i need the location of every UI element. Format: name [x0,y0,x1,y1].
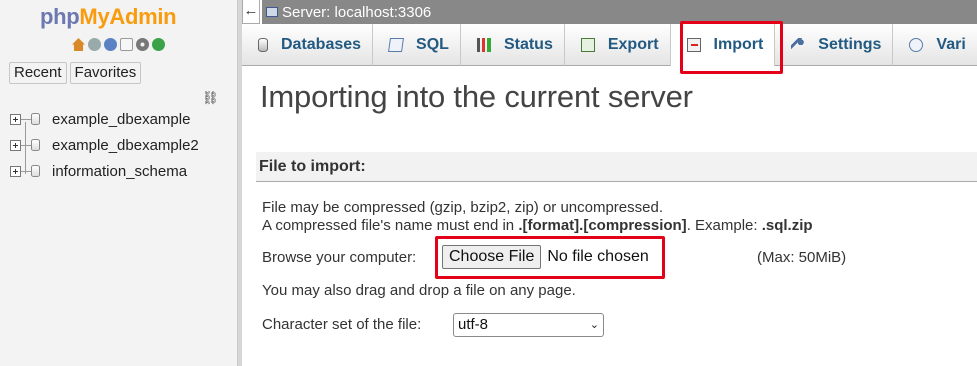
phpmyadmin-logo[interactable]: phpMyAdmin [40,4,177,30]
navigation-panel: phpMyAdmin Recent Favorites ⛓ example_db… [0,0,238,366]
tab-label: Export [607,36,659,53]
tab-databases[interactable]: Databases [242,24,374,66]
home-icon[interactable] [72,38,85,51]
database-item[interactable]: example_dbexample2 [10,132,235,158]
breadcrumb-server[interactable]: Server: localhost:3306 [282,4,431,21]
example-extension-text: .sql.zip [761,217,813,234]
file-input-highlight-box [435,236,665,279]
drag-drop-hint: You may also drag and drop a file on any… [262,282,576,299]
link-with-main-panel-icon[interactable]: ⛓ [202,90,219,106]
compression-info: File may be compressed (gzip, bzip2, zip… [262,199,664,216]
database-name[interactable]: example_dbexample2 [52,137,199,154]
help-icon[interactable] [104,38,117,51]
favorites-button[interactable]: Favorites [69,62,142,84]
database-icon [31,139,40,151]
database-icon [31,113,40,125]
compression-name-info: A compressed file's name must end in .[f… [262,217,813,234]
wrench-icon [791,38,806,52]
tree-connector [25,122,26,174]
browse-label: Browse your computer: [262,249,417,266]
settings-icon[interactable] [136,38,149,51]
expand-icon[interactable] [10,165,21,177]
recent-favorites-bar: Recent Favorites [9,62,142,84]
tab-label: Vari [936,36,966,53]
charset-select[interactable]: utf-8 ⌄ [453,313,604,337]
docs-icon[interactable] [120,38,133,51]
database-item[interactable]: example_dbexample [10,106,235,132]
reload-icon[interactable] [152,38,165,51]
expand-icon[interactable] [10,139,21,151]
status-icon [476,38,491,52]
page-title: Importing into the current server [260,79,693,114]
tab-label: Settings [818,36,882,53]
main-tabs: Databases SQL Status Export Import Setti… [242,24,977,66]
export-icon [580,38,595,52]
variables-icon [909,38,924,52]
max-upload-size: (Max: 50MiB) [757,249,847,266]
database-name[interactable]: information_schema [52,163,187,180]
database-icon [258,38,268,52]
sql-icon [388,38,405,52]
tab-sql[interactable]: SQL [373,24,461,66]
tab-status[interactable]: Status [461,24,565,66]
server-icon [266,7,278,17]
expand-icon[interactable] [10,113,21,125]
breadcrumb: Server: localhost:3306 [262,0,977,24]
logo-admin-text: MyAdmin [79,4,177,29]
tab-settings[interactable]: Settings [775,24,894,66]
chevron-down-icon: ⌄ [589,319,599,331]
tab-variables[interactable]: Vari [893,24,976,66]
logo-php-text: php [40,4,80,29]
tab-label: SQL [416,36,449,53]
charset-selected-value: utf-8 [458,316,489,333]
database-item[interactable]: information_schema [10,158,235,184]
tab-label: Databases [281,36,362,53]
database-name[interactable]: example_dbexample [52,111,190,128]
tab-label: Status [503,36,553,53]
navigation-icons [72,38,165,51]
collapse-sidebar-button[interactable]: ← [242,0,260,24]
import-tab-highlight-box [680,21,783,74]
database-icon [31,165,40,177]
charset-label: Character set of the file: [262,316,422,333]
section-header-file-to-import: File to import: [256,152,977,182]
logout-icon[interactable] [88,38,101,51]
recent-button[interactable]: Recent [9,62,67,84]
tab-export[interactable]: Export [565,24,671,66]
format-compression-text: .[format].[compression] [518,217,687,234]
database-tree: example_dbexample example_dbexample2 inf… [10,106,235,184]
